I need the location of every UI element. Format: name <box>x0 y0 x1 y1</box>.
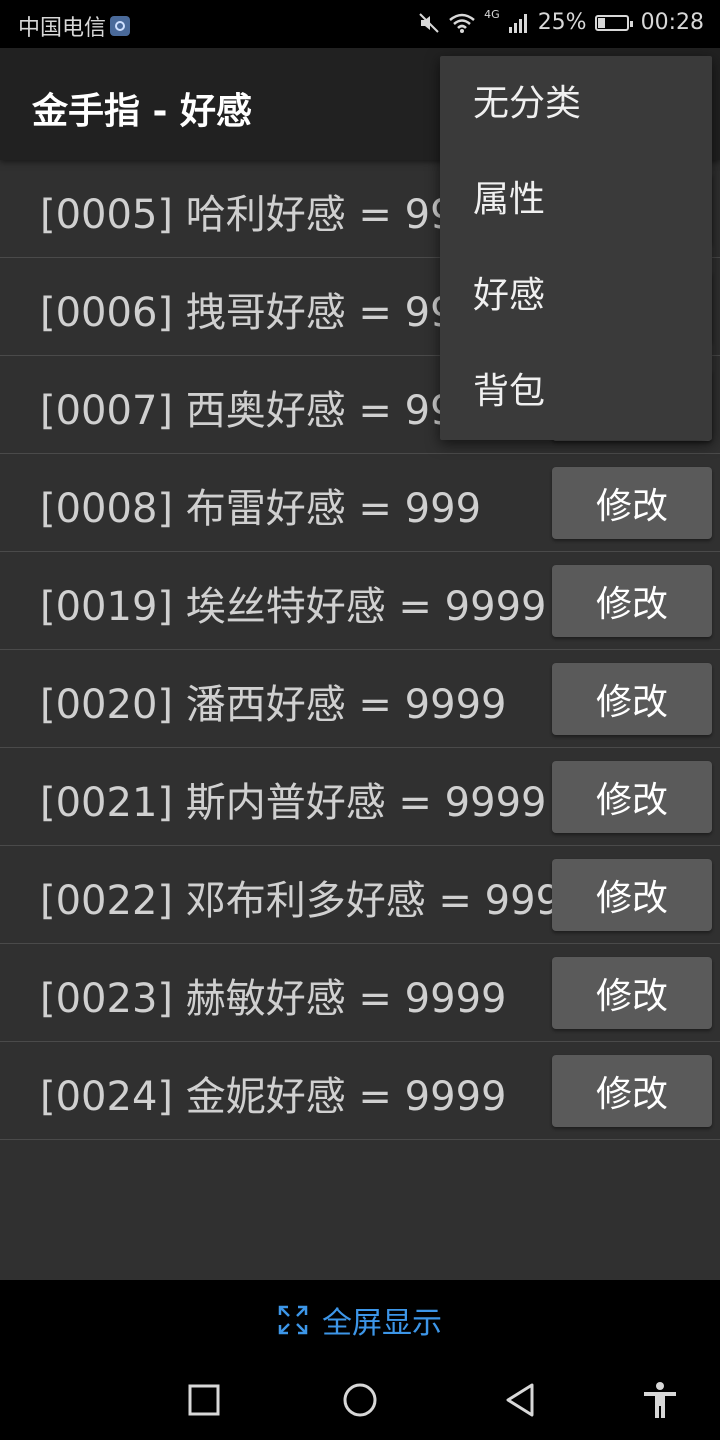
expand-icon <box>278 1305 308 1335</box>
list-item-label: [0007] 西奥好感 = 9999 <box>40 388 507 434</box>
list-item: [0019] 埃丝特好感 = 9999 修改 <box>0 552 720 650</box>
list-item: [0008] 布雷好感 = 999 修改 <box>0 454 720 552</box>
list-item-label: [0021] 斯内普好感 = 9999 <box>40 780 547 826</box>
list-item: [0023] 赫敏好感 = 9999 修改 <box>0 944 720 1042</box>
edit-button[interactable]: 修改 <box>552 761 712 833</box>
fullscreen-button[interactable]: 全屏显示 <box>0 1280 720 1360</box>
fullscreen-label: 全屏显示 <box>322 1306 442 1341</box>
list-item-label: [0008] 布雷好感 = 999 <box>40 486 482 532</box>
list-item-label: [0005] 哈利好感 = 9999 <box>40 192 507 238</box>
wifi-icon <box>449 13 475 33</box>
list-item-label: [0022] 邓布利多好感 = 9999 <box>40 878 587 924</box>
menu-item-attributes[interactable]: 属性 <box>440 152 712 248</box>
list-item-label: [0006] 拽哥好感 = 9999 <box>40 290 507 336</box>
list-item: [0021] 斯内普好感 = 9999 修改 <box>0 748 720 846</box>
navigation-bar <box>0 1360 720 1440</box>
sim-icon <box>110 16 131 36</box>
list-item-label: [0024] 金妮好感 = 9999 <box>40 1074 507 1120</box>
list-item-label: [0019] 埃丝特好感 = 9999 <box>40 584 547 630</box>
edit-button[interactable]: 修改 <box>552 565 712 637</box>
category-menu: 无分类 属性 好感 背包 <box>440 56 712 440</box>
list-item: [0022] 邓布利多好感 = 9999 修改 <box>0 846 720 944</box>
recent-apps-icon[interactable] <box>184 1380 224 1420</box>
accessibility-icon[interactable] <box>640 1380 680 1420</box>
menu-item-affection[interactable]: 好感 <box>440 248 712 344</box>
status-bar: 中国电信 4G 25% 00:28 <box>0 0 720 48</box>
edit-button[interactable]: 修改 <box>552 957 712 1029</box>
carrier-label: 中国电信 <box>18 16 107 41</box>
clock: 00:28 <box>640 10 704 35</box>
battery-icon <box>594 14 633 31</box>
list-item-label: [0020] 潘西好感 = 9999 <box>40 682 507 728</box>
menu-item-uncategorized[interactable]: 无分类 <box>440 56 712 152</box>
back-icon[interactable] <box>500 1380 540 1420</box>
edit-button[interactable]: 修改 <box>552 663 712 735</box>
list-item: [0024] 金妮好感 = 9999 修改 <box>0 1042 720 1140</box>
home-icon[interactable] <box>340 1380 380 1420</box>
signal-icon <box>508 13 527 33</box>
network-type-label: 4G <box>484 8 500 21</box>
status-left: 中国电信 <box>18 10 131 42</box>
list-item: [0020] 潘西好感 = 9999 修改 <box>0 650 720 748</box>
edit-button[interactable]: 修改 <box>552 1055 712 1127</box>
page-title: 金手指 - 好感 <box>32 91 253 132</box>
battery-percent: 25% <box>537 10 587 35</box>
edit-button[interactable]: 修改 <box>552 859 712 931</box>
status-right: 4G 25% 00:28 <box>418 8 704 35</box>
list-item-label: [0023] 赫敏好感 = 9999 <box>40 976 507 1022</box>
edit-button[interactable]: 修改 <box>552 467 712 539</box>
menu-item-backpack[interactable]: 背包 <box>440 344 712 440</box>
mute-icon <box>419 12 439 33</box>
